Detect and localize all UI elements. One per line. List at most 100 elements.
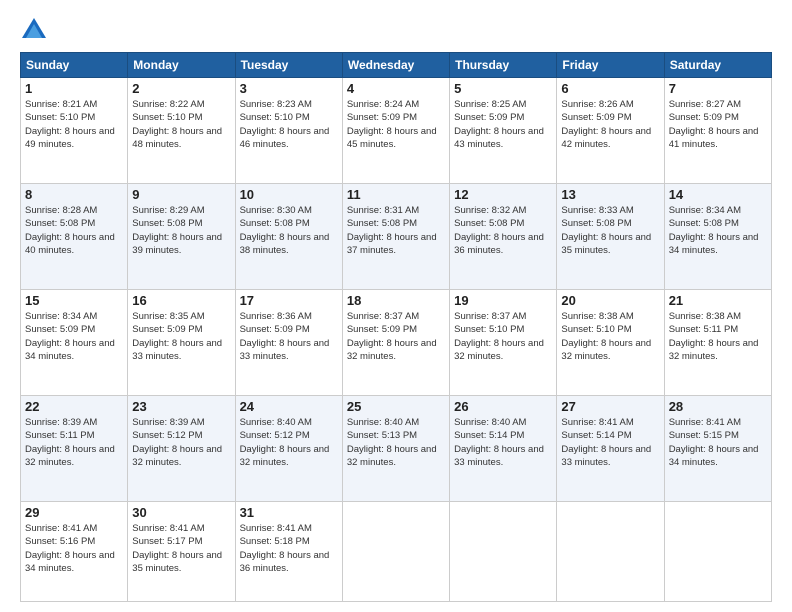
day-info: Sunrise: 8:32 AMSunset: 5:08 PMDaylight:… [454, 204, 552, 257]
calendar-week-row: 22 Sunrise: 8:39 AMSunset: 5:11 PMDayligh… [21, 396, 772, 502]
day-number: 14 [669, 187, 767, 202]
calendar-day-cell: 19 Sunrise: 8:37 AMSunset: 5:10 PMDayligh… [450, 290, 557, 396]
calendar-day-cell: 31 Sunrise: 8:41 AMSunset: 5:18 PMDayligh… [235, 502, 342, 602]
day-info: Sunrise: 8:29 AMSunset: 5:08 PMDaylight:… [132, 204, 230, 257]
day-info: Sunrise: 8:39 AMSunset: 5:12 PMDaylight:… [132, 416, 230, 469]
day-info: Sunrise: 8:34 AMSunset: 5:08 PMDaylight:… [669, 204, 767, 257]
day-info: Sunrise: 8:40 AMSunset: 5:14 PMDaylight:… [454, 416, 552, 469]
day-info: Sunrise: 8:27 AMSunset: 5:09 PMDaylight:… [669, 98, 767, 151]
day-number: 17 [240, 293, 338, 308]
day-info: Sunrise: 8:21 AMSunset: 5:10 PMDaylight:… [25, 98, 123, 151]
calendar-day-cell: 16Sunrise: 8:35 AMSunset: 5:09 PMDayligh… [128, 290, 235, 396]
day-info: Sunrise: 8:39 AMSunset: 5:11 PMDaylight:… [25, 416, 123, 469]
day-info: Sunrise: 8:41 AMSunset: 5:17 PMDaylight:… [132, 522, 230, 575]
day-number: 6 [561, 81, 659, 96]
day-number: 29 [25, 505, 123, 520]
calendar-day-cell: 12 Sunrise: 8:32 AMSunset: 5:08 PMDayligh… [450, 184, 557, 290]
day-info: Sunrise: 8:41 AMSunset: 5:14 PMDaylight:… [561, 416, 659, 469]
day-info: Sunrise: 8:40 AMSunset: 5:13 PMDaylight:… [347, 416, 445, 469]
calendar-day-cell: 2 Sunrise: 8:22 AMSunset: 5:10 PMDaylight… [128, 78, 235, 184]
day-info: Sunrise: 8:38 AMSunset: 5:11 PMDaylight:… [669, 310, 767, 363]
calendar-week-row: 8 Sunrise: 8:28 AMSunset: 5:08 PMDaylight… [21, 184, 772, 290]
calendar-day-cell: 26 Sunrise: 8:40 AMSunset: 5:14 PMDayligh… [450, 396, 557, 502]
calendar-day-header: Tuesday [235, 53, 342, 78]
day-info: Sunrise: 8:30 AMSunset: 5:08 PMDaylight:… [240, 204, 338, 257]
day-number: 22 [25, 399, 123, 414]
day-number: 12 [454, 187, 552, 202]
calendar-day-cell: 20Sunrise: 8:38 AMSunset: 5:10 PMDayligh… [557, 290, 664, 396]
day-number: 5 [454, 81, 552, 96]
calendar-day-cell [342, 502, 449, 602]
calendar-day-cell: 5 Sunrise: 8:25 AMSunset: 5:09 PMDaylight… [450, 78, 557, 184]
day-number: 18 [347, 293, 445, 308]
day-info: Sunrise: 8:22 AMSunset: 5:10 PMDaylight:… [132, 98, 230, 151]
day-info: Sunrise: 8:34 AMSunset: 5:09 PMDaylight:… [25, 310, 123, 363]
calendar-day-cell: 13 Sunrise: 8:33 AMSunset: 5:08 PMDayligh… [557, 184, 664, 290]
day-info: Sunrise: 8:37 AMSunset: 5:09 PMDaylight:… [347, 310, 445, 363]
day-number: 19 [454, 293, 552, 308]
calendar-day-header: Saturday [664, 53, 771, 78]
calendar-day-cell: 11 Sunrise: 8:31 AMSunset: 5:08 PMDayligh… [342, 184, 449, 290]
day-number: 13 [561, 187, 659, 202]
day-info: Sunrise: 8:41 AMSunset: 5:15 PMDaylight:… [669, 416, 767, 469]
day-info: Sunrise: 8:37 AMSunset: 5:10 PMDaylight:… [454, 310, 552, 363]
day-number: 3 [240, 81, 338, 96]
day-info: Sunrise: 8:41 AMSunset: 5:18 PMDaylight:… [240, 522, 338, 575]
calendar-day-cell: 10 Sunrise: 8:30 AMSunset: 5:08 PMDayligh… [235, 184, 342, 290]
day-number: 9 [132, 187, 230, 202]
calendar-header-row: SundayMondayTuesdayWednesdayThursdayFrid… [21, 53, 772, 78]
calendar-day-header: Wednesday [342, 53, 449, 78]
day-number: 15 [25, 293, 123, 308]
calendar-day-cell: 3Sunrise: 8:23 AMSunset: 5:10 PMDaylight… [235, 78, 342, 184]
day-number: 26 [454, 399, 552, 414]
calendar-day-cell: 23 Sunrise: 8:39 AMSunset: 5:12 PMDayligh… [128, 396, 235, 502]
day-info: Sunrise: 8:33 AMSunset: 5:08 PMDaylight:… [561, 204, 659, 257]
logo [20, 16, 52, 44]
calendar-day-cell: 29 Sunrise: 8:41 AMSunset: 5:16 PMDayligh… [21, 502, 128, 602]
calendar-day-cell: 24 Sunrise: 8:40 AMSunset: 5:12 PMDayligh… [235, 396, 342, 502]
calendar-day-cell: 6Sunrise: 8:26 AMSunset: 5:09 PMDaylight… [557, 78, 664, 184]
day-info: Sunrise: 8:40 AMSunset: 5:12 PMDaylight:… [240, 416, 338, 469]
day-number: 2 [132, 81, 230, 96]
calendar-week-row: 1 Sunrise: 8:21 AMSunset: 5:10 PMDaylight… [21, 78, 772, 184]
calendar-day-cell: 7 Sunrise: 8:27 AMSunset: 5:09 PMDaylight… [664, 78, 771, 184]
day-number: 31 [240, 505, 338, 520]
day-info: Sunrise: 8:28 AMSunset: 5:08 PMDaylight:… [25, 204, 123, 257]
calendar-day-header: Friday [557, 53, 664, 78]
calendar-day-cell: 8 Sunrise: 8:28 AMSunset: 5:08 PMDaylight… [21, 184, 128, 290]
day-number: 1 [25, 81, 123, 96]
calendar-week-row: 29 Sunrise: 8:41 AMSunset: 5:16 PMDayligh… [21, 502, 772, 602]
day-number: 30 [132, 505, 230, 520]
calendar-day-cell [450, 502, 557, 602]
calendar-day-header: Thursday [450, 53, 557, 78]
day-number: 24 [240, 399, 338, 414]
calendar-day-cell: 14 Sunrise: 8:34 AMSunset: 5:08 PMDayligh… [664, 184, 771, 290]
day-number: 27 [561, 399, 659, 414]
calendar-day-cell: 18 Sunrise: 8:37 AMSunset: 5:09 PMDayligh… [342, 290, 449, 396]
calendar-day-cell [664, 502, 771, 602]
day-info: Sunrise: 8:24 AMSunset: 5:09 PMDaylight:… [347, 98, 445, 151]
day-number: 7 [669, 81, 767, 96]
calendar-day-cell: 9 Sunrise: 8:29 AMSunset: 5:08 PMDaylight… [128, 184, 235, 290]
calendar-day-cell: 22 Sunrise: 8:39 AMSunset: 5:11 PMDayligh… [21, 396, 128, 502]
day-number: 11 [347, 187, 445, 202]
day-number: 21 [669, 293, 767, 308]
calendar-day-cell: 4 Sunrise: 8:24 AMSunset: 5:09 PMDaylight… [342, 78, 449, 184]
day-number: 4 [347, 81, 445, 96]
day-number: 10 [240, 187, 338, 202]
day-number: 8 [25, 187, 123, 202]
calendar-table: SundayMondayTuesdayWednesdayThursdayFrid… [20, 52, 772, 602]
calendar-week-row: 15 Sunrise: 8:34 AMSunset: 5:09 PMDayligh… [21, 290, 772, 396]
calendar-day-cell: 17Sunrise: 8:36 AMSunset: 5:09 PMDayligh… [235, 290, 342, 396]
day-info: Sunrise: 8:35 AMSunset: 5:09 PMDaylight:… [132, 310, 230, 363]
day-info: Sunrise: 8:31 AMSunset: 5:08 PMDaylight:… [347, 204, 445, 257]
logo-icon [20, 16, 48, 44]
day-number: 20 [561, 293, 659, 308]
calendar-day-cell: 1 Sunrise: 8:21 AMSunset: 5:10 PMDaylight… [21, 78, 128, 184]
day-info: Sunrise: 8:25 AMSunset: 5:09 PMDaylight:… [454, 98, 552, 151]
page: SundayMondayTuesdayWednesdayThursdayFrid… [0, 0, 792, 612]
calendar-day-cell [557, 502, 664, 602]
day-number: 23 [132, 399, 230, 414]
day-info: Sunrise: 8:41 AMSunset: 5:16 PMDaylight:… [25, 522, 123, 575]
day-number: 28 [669, 399, 767, 414]
